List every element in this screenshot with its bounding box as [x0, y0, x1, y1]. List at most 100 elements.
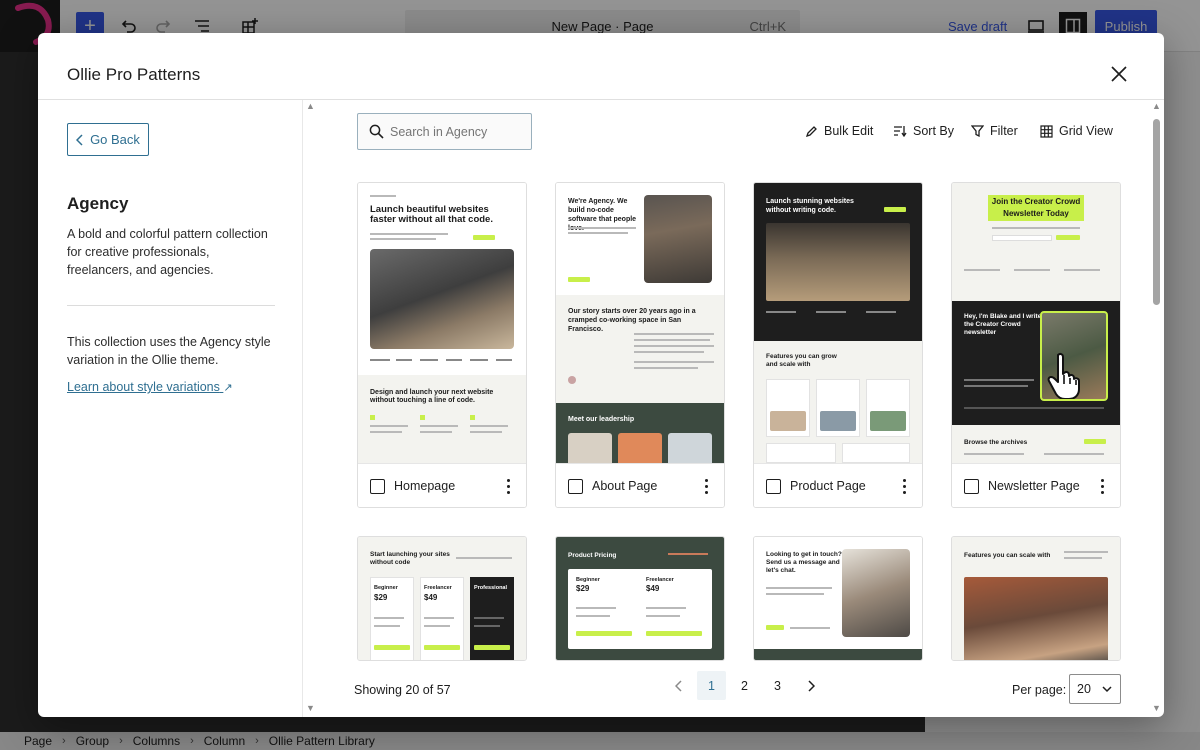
search-field[interactable] [357, 113, 532, 150]
grid-view-button[interactable]: Grid View [1040, 124, 1113, 138]
pattern-preview[interactable]: Launch stunning websites without writing… [754, 183, 922, 463]
pattern-preview[interactable]: We're Agency. We build no-code software … [556, 183, 724, 463]
pattern-card-footer: Homepage [358, 463, 526, 507]
go-back-button[interactable]: Go Back [67, 123, 149, 156]
pattern-checkbox[interactable] [766, 479, 781, 494]
search-input[interactable] [390, 122, 526, 142]
thumb-features: Features you can grow and scale with [766, 353, 837, 368]
pattern-preview[interactable]: Features you can scale with [952, 537, 1120, 660]
pattern-card-pricing-a[interactable]: Start launching your sites without code … [357, 536, 527, 661]
thumb-leadership: Meet our leadership [568, 416, 635, 423]
chevron-left-icon [76, 133, 83, 146]
scroll-down-arrow[interactable]: ▼ [306, 703, 315, 713]
pattern-checkbox[interactable] [568, 479, 583, 494]
thumb-heading: Launch stunning websites without writing… [766, 198, 854, 214]
collection-note: This collection uses the Agency style va… [67, 335, 271, 367]
thumb-intro: Hey, I'm Blake and I write the Creator C… [964, 313, 1042, 336]
pattern-preview[interactable]: Looking to get in touch? Send us a messa… [754, 537, 922, 660]
more-options-button[interactable] [700, 477, 712, 495]
pattern-title: Homepage [394, 479, 456, 493]
page-button-2[interactable]: 2 [730, 671, 759, 700]
more-vertical-icon [704, 478, 708, 482]
go-back-label: Go Back [90, 132, 140, 147]
pattern-preview[interactable]: Join the Creator Crowd Newsletter Today … [952, 183, 1120, 463]
prev-page-button[interactable] [664, 671, 693, 700]
scroll-up-arrow[interactable]: ▲ [1152, 101, 1161, 111]
thumb-heading: Looking to get in touch? Send us a messa… [766, 551, 842, 574]
grid-icon [1040, 124, 1053, 138]
per-page-select[interactable]: 20 [1069, 674, 1121, 704]
scrollbar-thumb[interactable] [1153, 119, 1160, 305]
more-options-button[interactable] [898, 477, 910, 495]
external-link-icon: ↗ [223, 382, 233, 394]
collection-title: Agency [67, 194, 129, 213]
photo-image [964, 577, 1108, 660]
learn-link-text: Learn about style variations [67, 380, 220, 394]
more-vertical-icon [1100, 478, 1104, 482]
scroll-down-arrow[interactable]: ▼ [1152, 703, 1161, 713]
divider [67, 305, 275, 306]
pattern-preview[interactable]: Start launching your sites without code … [358, 537, 526, 660]
filter-button[interactable]: Filter [971, 124, 1018, 138]
pattern-card-footer: About Page [556, 463, 724, 507]
tier-label: Freelancer [424, 585, 452, 591]
pattern-card-newsletter[interactable]: Join the Creator Crowd Newsletter Today … [951, 182, 1121, 508]
close-icon [1111, 66, 1127, 82]
close-button[interactable] [1108, 63, 1130, 85]
chevron-down-icon [1102, 686, 1112, 693]
page-button-1[interactable]: 1 [697, 671, 726, 700]
next-page-button[interactable] [796, 671, 825, 700]
thumb-story: Our story starts over 20 years ago in a … [568, 308, 696, 333]
results-count: Showing 20 of 57 [354, 683, 451, 697]
sort-icon [894, 126, 907, 137]
thumb-heading: Join the Creator Crowd Newsletter Today [991, 197, 1081, 218]
pattern-card-homepage[interactable]: Launch beautiful websites faster without… [357, 182, 527, 508]
photo-image [370, 249, 514, 349]
pattern-card-product[interactable]: Launch stunning websites without writing… [753, 182, 923, 508]
pattern-checkbox[interactable] [964, 479, 979, 494]
learn-style-variations-link[interactable]: Learn about style variations ↗ [67, 380, 233, 394]
scroll-up-arrow[interactable]: ▲ [306, 101, 315, 111]
more-options-button[interactable] [1096, 477, 1108, 495]
thumb-subheading: Design and launch your next website with… [370, 389, 494, 404]
modal-header: Ollie Pro Patterns [38, 33, 1164, 100]
thumb-heading: Features you can scale with [964, 552, 1051, 559]
modal-title: Ollie Pro Patterns [67, 65, 201, 84]
per-page-label: Per page: [1012, 683, 1067, 697]
grid-view-label: Grid View [1059, 124, 1113, 138]
tier-price: $29 [374, 593, 388, 602]
pagination: 1 2 3 [664, 671, 825, 700]
hand-cursor-icon [1047, 352, 1080, 399]
pattern-card-features[interactable]: Features you can scale with [951, 536, 1121, 661]
pattern-preview[interactable]: Product Pricing Beginner Freelancer $29 … [556, 537, 724, 660]
chevron-left-icon [674, 679, 682, 692]
pagination-bar: Showing 20 of 57 1 2 3 Per page: 20 [354, 671, 1144, 707]
pattern-card-about[interactable]: We're Agency. We build no-code software … [555, 182, 725, 508]
sort-by-button[interactable]: Sort By [893, 124, 954, 138]
pattern-preview[interactable]: Launch beautiful websites faster without… [358, 183, 526, 463]
pattern-checkbox[interactable] [370, 479, 385, 494]
chevron-right-icon [807, 679, 815, 692]
tier-label: Professional [474, 585, 508, 591]
bulk-edit-label: Bulk Edit [824, 124, 874, 138]
page-button-3[interactable]: 3 [763, 671, 792, 700]
grid-scrollbar[interactable]: ▲ ▼ [1150, 101, 1162, 715]
thumb-heading: Product Pricing [568, 552, 617, 559]
photo-image [644, 195, 712, 283]
pattern-card-pricing-b[interactable]: Product Pricing Beginner Freelancer $29 … [555, 536, 725, 661]
pencil-icon [806, 126, 817, 137]
sort-by-label: Sort By [913, 124, 954, 138]
pattern-title: About Page [592, 479, 658, 493]
more-options-button[interactable] [502, 477, 514, 495]
patterns-modal: Ollie Pro Patterns Go Back Agency A bold… [38, 33, 1164, 717]
pattern-card-contact[interactable]: Looking to get in touch? Send us a messa… [753, 536, 923, 661]
bulk-edit-button[interactable]: Bulk Edit [806, 124, 873, 138]
tier-price: $49 [646, 584, 660, 593]
photo-image [842, 549, 910, 637]
tier-price: $49 [424, 593, 438, 602]
thumb-heading: Start launching your sites without code [370, 551, 450, 566]
search-icon [369, 124, 384, 139]
pattern-card-footer: Product Page [754, 463, 922, 507]
collection-sidebar: Go Back Agency A bold and colorful patte… [38, 100, 303, 717]
photo-image [766, 223, 910, 301]
